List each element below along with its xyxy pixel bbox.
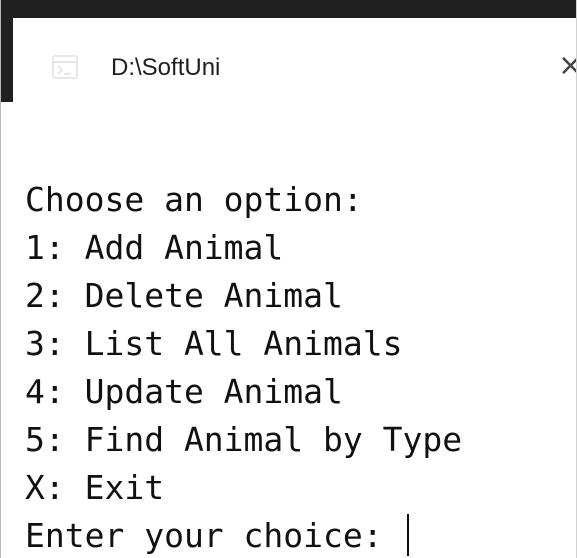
menu-option-update-animal: 4: Update Animal xyxy=(25,372,343,411)
tab-title: D:\SoftUni xyxy=(111,54,221,81)
tab-softuni[interactable] xyxy=(13,18,576,118)
window-edge xyxy=(1,0,13,102)
choice-prompt: Enter your choice: xyxy=(25,516,403,555)
terminal-icon xyxy=(50,52,80,82)
menu-option-delete-animal: 2: Delete Animal xyxy=(25,276,343,315)
menu-option-exit: X: Exit xyxy=(25,468,165,507)
input-prompt-line[interactable]: Enter your choice: xyxy=(25,512,576,558)
menu-option-list-all-animals: 3: List All Animals xyxy=(25,324,403,363)
title-bar xyxy=(1,0,576,18)
prompt-heading: Choose an option: xyxy=(25,180,363,219)
text-cursor xyxy=(406,514,409,556)
terminal-window: D:\SoftUni × Choose an option: 1: Add An… xyxy=(0,0,577,558)
menu-option-add-animal: 1: Add Animal xyxy=(25,228,284,267)
console-output[interactable]: Choose an option: 1: Add Animal 2: Delet… xyxy=(25,176,576,558)
close-icon[interactable]: × xyxy=(558,49,576,83)
menu-option-find-animal-by-type: 5: Find Animal by Type xyxy=(25,420,463,459)
